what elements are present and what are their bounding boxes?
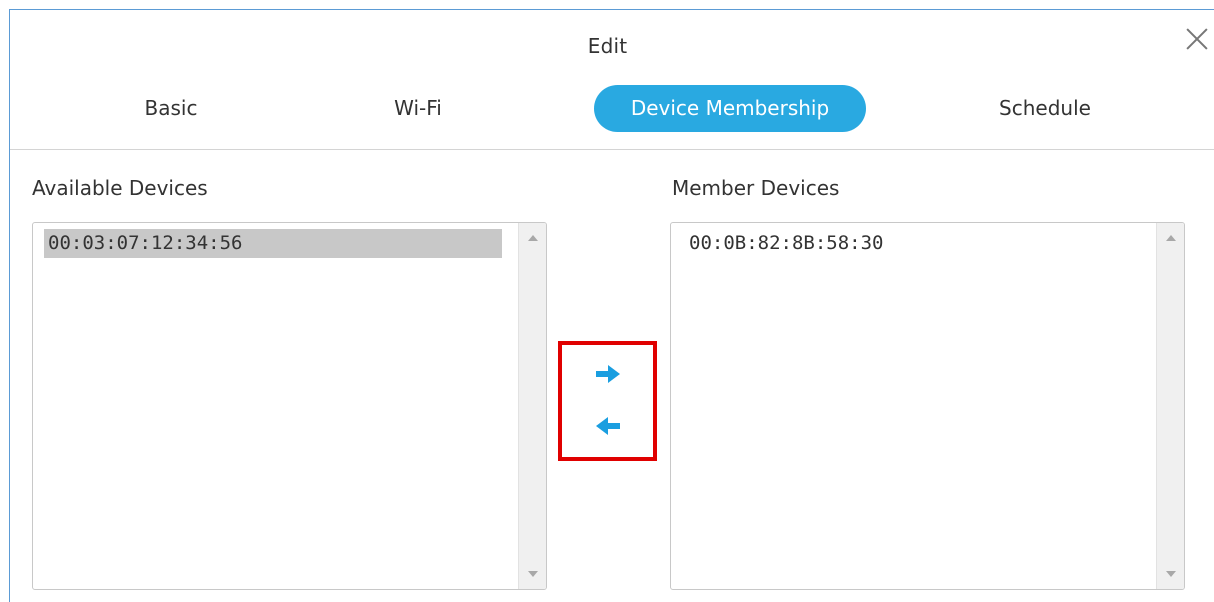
tab-schedule[interactable]: Schedule [974, 85, 1116, 132]
list-item[interactable]: 00:0B:82:8B:58:30 [685, 229, 1143, 258]
tab-device-membership[interactable]: Device Membership [594, 85, 866, 132]
scroll-down-icon[interactable] [528, 571, 538, 577]
available-devices-list[interactable]: 00:03:07:12:34:56 [32, 222, 547, 590]
scroll-down-icon[interactable] [1166, 571, 1176, 577]
close-icon[interactable] [1182, 24, 1212, 54]
scroll-up-icon[interactable] [528, 235, 538, 241]
dialog-title: Edit [587, 34, 628, 58]
arrow-right-icon[interactable] [592, 360, 624, 388]
arrow-left-icon[interactable] [592, 412, 624, 440]
tab-wifi[interactable]: Wi-Fi [368, 85, 468, 132]
tab-basic[interactable]: Basic [116, 85, 226, 132]
available-devices-label: Available Devices [32, 176, 208, 200]
list-item[interactable]: 00:03:07:12:34:56 [44, 229, 502, 258]
scrollbar[interactable] [1156, 223, 1184, 589]
tab-divider [10, 149, 1214, 150]
member-devices-list[interactable]: 00:0B:82:8B:58:30 [670, 222, 1185, 590]
transfer-controls [558, 341, 657, 461]
edit-dialog: Edit Basic Wi-Fi Device Membership Sched… [9, 9, 1214, 602]
scrollbar[interactable] [518, 223, 546, 589]
member-devices-label: Member Devices [672, 176, 840, 200]
scroll-up-icon[interactable] [1166, 235, 1176, 241]
